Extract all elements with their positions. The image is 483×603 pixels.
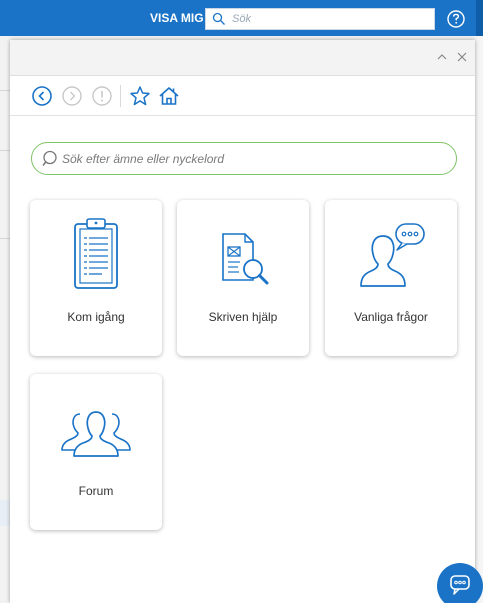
chat-bubble-icon xyxy=(450,575,470,595)
top-search-input[interactable]: Sök xyxy=(205,8,435,30)
card-label: Forum xyxy=(78,484,114,498)
card-label: Kom igång xyxy=(67,310,125,324)
document-search-icon xyxy=(222,233,269,285)
search-icon xyxy=(212,12,225,25)
card-kom-igang[interactable]: Kom igång xyxy=(30,200,162,356)
clipboard-icon xyxy=(74,218,118,289)
visa-mig-button[interactable]: VISA MIG xyxy=(150,11,204,25)
help-search-placeholder: Sök efter ämne eller nyckelord xyxy=(62,152,225,166)
nav-separator xyxy=(120,85,121,107)
help-search-input[interactable]: Sök efter ämne eller nyckelord xyxy=(31,142,457,175)
alert-icon[interactable] xyxy=(90,84,114,108)
back-icon[interactable] xyxy=(30,84,54,108)
card-vanliga-fragor[interactable]: Vanliga frågor xyxy=(325,200,457,356)
chat-button[interactable] xyxy=(437,563,483,603)
home-icon[interactable] xyxy=(157,84,181,108)
top-search-placeholder: Sök xyxy=(232,13,251,25)
card-skriven-hjalp[interactable]: Skriven hjälp xyxy=(177,200,309,356)
help-panel: Sök efter ämne eller nyckelord Kom igång xyxy=(10,40,475,603)
background-app xyxy=(475,36,483,603)
star-icon[interactable] xyxy=(128,84,152,108)
forward-icon[interactable] xyxy=(60,84,84,108)
navigation-bar xyxy=(10,76,475,116)
top-bar: VISA MIG Sök xyxy=(0,0,483,36)
close-icon[interactable] xyxy=(455,50,469,64)
top-bar-edge xyxy=(476,0,483,36)
person-speech-icon xyxy=(360,223,425,287)
card-forum[interactable]: Forum xyxy=(30,374,162,530)
card-label: Skriven hjälp xyxy=(208,310,278,324)
search-icon xyxy=(42,150,57,166)
people-group-icon xyxy=(61,411,131,457)
card-label: Vanliga frågor xyxy=(354,310,428,324)
chevron-up-icon[interactable] xyxy=(435,50,449,64)
help-icon[interactable] xyxy=(445,8,467,30)
panel-header xyxy=(10,40,475,76)
